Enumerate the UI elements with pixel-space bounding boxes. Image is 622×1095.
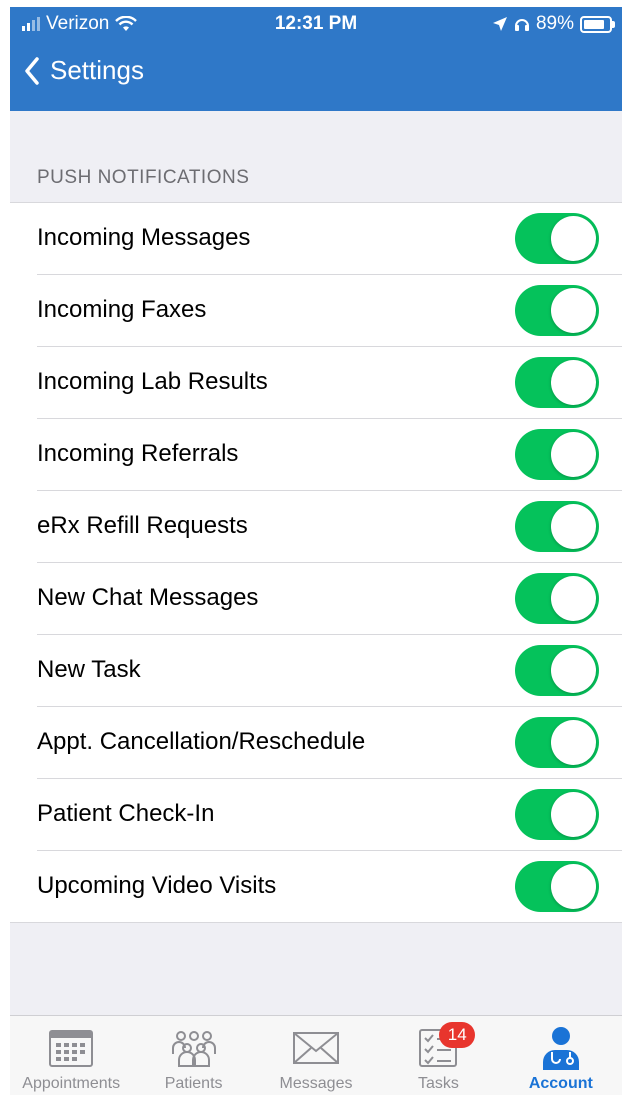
setting-label: Incoming Lab Results	[37, 368, 268, 395]
tab-label: Account	[528, 1075, 593, 1092]
tab-label: Tasks	[417, 1075, 459, 1092]
toggle-knob	[551, 360, 596, 405]
toggle-knob	[551, 504, 596, 549]
tab-label: Appointments	[22, 1075, 121, 1092]
setting-label: Incoming Faxes	[37, 296, 207, 323]
status-bar: Verizon 12:31 PM 89%	[10, 7, 622, 41]
toggle-knob	[551, 864, 596, 909]
tasks-badge: 14	[439, 1022, 476, 1048]
tab-account[interactable]: Account	[500, 1016, 622, 1095]
tab-label: Patients	[164, 1075, 223, 1092]
setting-label: eRx Refill Requests	[37, 512, 248, 539]
setting-label: Appt. Cancellation/Reschedule	[37, 728, 366, 755]
back-button[interactable]: Settings	[24, 55, 144, 86]
location-icon	[492, 17, 507, 31]
setting-label: Upcoming Video Visits	[37, 872, 277, 899]
setting-row: Incoming Messages	[37, 203, 622, 275]
status-right: 89%	[492, 13, 615, 35]
section-title: PUSH NOTIFICATIONS	[37, 167, 250, 188]
calendar-icon	[10, 1026, 132, 1070]
setting-row: New Task	[37, 635, 622, 707]
setting-row: New Chat Messages	[37, 563, 622, 635]
setting-row: Appt. Cancellation/Reschedule	[37, 707, 622, 779]
tab-messages[interactable]: Messages	[255, 1016, 377, 1095]
header: Verizon 12:31 PM 89% Settings	[10, 7, 622, 111]
tab-tasks[interactable]: 14 Tasks	[377, 1016, 499, 1095]
setting-toggle[interactable]	[515, 429, 599, 480]
toggle-knob	[551, 432, 596, 477]
doctor-icon	[500, 1026, 622, 1070]
setting-toggle[interactable]	[515, 789, 599, 840]
setting-toggle[interactable]	[515, 501, 599, 552]
setting-row: Patient Check-In	[37, 779, 622, 851]
headphones-icon	[514, 19, 529, 31]
toggle-knob	[551, 216, 596, 261]
settings-screen: Verizon 12:31 PM 89% Settings PUSH NOTIF…	[10, 7, 622, 1095]
toggle-knob	[551, 720, 596, 765]
setting-row: Incoming Lab Results	[37, 347, 622, 419]
setting-toggle[interactable]	[515, 357, 599, 408]
setting-row: Upcoming Video Visits	[37, 851, 622, 922]
setting-row: Incoming Referrals	[37, 419, 622, 491]
toggle-knob	[551, 648, 596, 693]
setting-row: eRx Refill Requests	[37, 491, 622, 563]
envelope-icon	[255, 1026, 377, 1070]
setting-label: New Task	[37, 656, 141, 683]
setting-toggle[interactable]	[515, 573, 599, 624]
setting-label: Patient Check-In	[37, 800, 215, 827]
tab-label: Messages	[279, 1075, 353, 1092]
back-label: Settings	[50, 55, 144, 85]
setting-toggle[interactable]	[515, 285, 599, 336]
chevron-left-icon	[25, 56, 39, 85]
tab-appointments[interactable]: Appointments	[10, 1016, 132, 1095]
setting-toggle[interactable]	[515, 717, 599, 768]
toggle-knob	[551, 792, 596, 837]
tab-bar: Appointments Patients Messages 14 Tasks	[10, 1015, 622, 1095]
setting-toggle[interactable]	[515, 645, 599, 696]
setting-row: Incoming Faxes	[37, 275, 622, 347]
setting-toggle[interactable]	[515, 861, 599, 912]
toggle-knob	[551, 288, 596, 333]
battery-percent: 89%	[535, 13, 574, 34]
setting-toggle[interactable]	[515, 213, 599, 264]
notification-settings-list: Incoming Messages Incoming Faxes Incomin…	[10, 202, 622, 923]
toggle-knob	[551, 576, 596, 621]
setting-label: New Chat Messages	[37, 584, 259, 611]
tab-patients[interactable]: Patients	[132, 1016, 254, 1095]
battery-icon	[580, 15, 615, 33]
setting-label: Incoming Messages	[37, 224, 251, 251]
people-icon	[132, 1026, 254, 1070]
setting-label: Incoming Referrals	[37, 440, 239, 467]
